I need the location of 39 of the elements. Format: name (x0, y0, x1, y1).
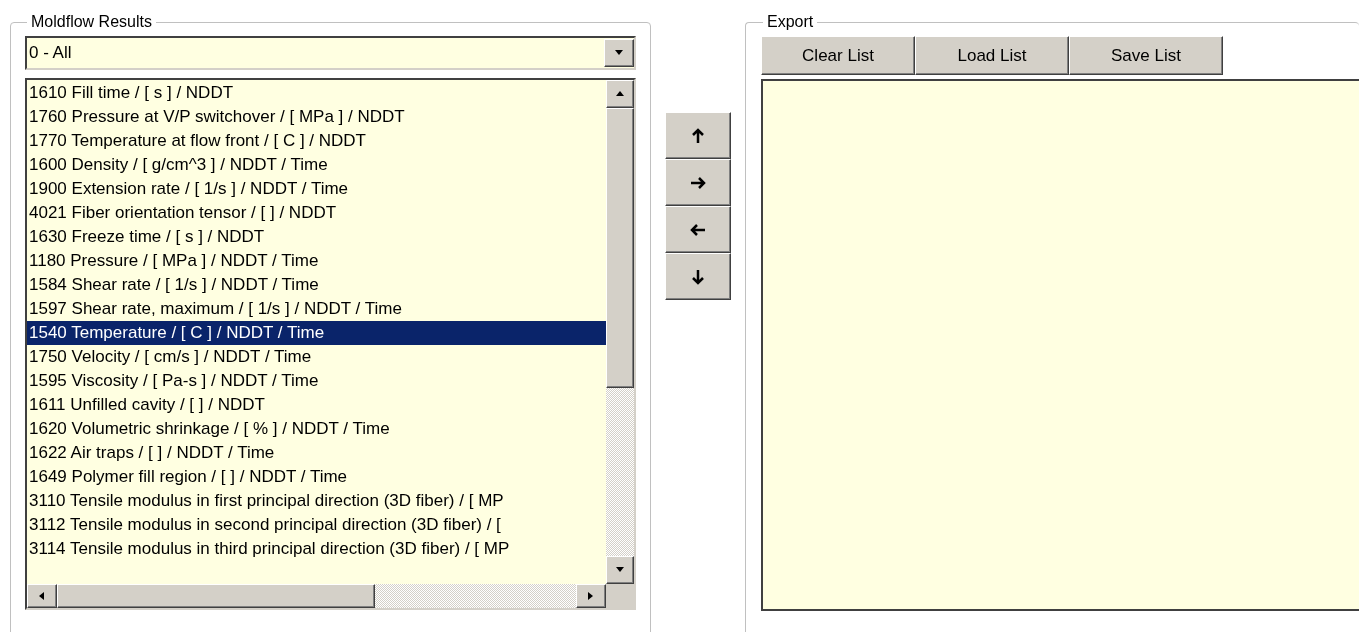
result-item[interactable]: 1622 Air traps / [ ] / NDDT / Time (27, 441, 606, 465)
group-title: Export (766, 12, 815, 32)
arrow-icon (691, 127, 705, 144)
result-item[interactable]: 1620 Volumetric shrinkage / [ % ] / NDDT / Time (27, 417, 606, 441)
move-button[interactable] (665, 159, 731, 206)
scroll-up-icon (615, 89, 625, 99)
result-item[interactable]: 1770 Temperature at flow front / [ C ] / NDDT (27, 129, 606, 153)
result-item[interactable]: 1750 Velocity / [ cm/s ] / NDDT / Time (27, 345, 606, 369)
list-button[interactable]: Load List (915, 36, 1069, 75)
arrow-icon (691, 268, 705, 285)
result-item[interactable]: 3110 Tensile modulus in first principal direction (3D fiber) / [ MP (27, 489, 606, 513)
result-item[interactable]: 1760 Pressure at V/P switchover / [ MPa ] / NDDT (27, 105, 606, 129)
move-button[interactable] (665, 206, 731, 253)
filter-dropdown[interactable]: 0 - All (25, 36, 636, 70)
arrow-icon (690, 175, 706, 190)
scrollbar-corner (606, 584, 634, 608)
result-item[interactable]: 1180 Pressure / [ MPa ] / NDDT / Time (27, 249, 606, 273)
result-item[interactable]: 1597 Shear rate, maximum / [ 1/s ] / NDDT / Time (27, 297, 606, 321)
result-item[interactable]: 1600 Density / [ g/cm^3 ] / NDDT / Time (27, 153, 606, 177)
result-item[interactable]: 1630 Freeze time / [ s ] / NDDT (27, 225, 606, 249)
result-item[interactable]: 4021 Fiber orientation tensor / [ ] / NDDT (27, 201, 606, 225)
result-item[interactable]: 1595 Viscosity / [ Pa-s ] / NDDT / Time (27, 369, 606, 393)
result-item[interactable]: 1611 Unfilled cavity / [ ] / NDDT (27, 393, 606, 417)
result-item[interactable]: 1900 Extension rate / [ 1/s ] / NDDT / Time (27, 177, 606, 201)
arrow-icon (690, 222, 706, 237)
list-button[interactable]: Clear List (761, 36, 915, 75)
result-item[interactable]: 3114 Tensile modulus in third principal direction (3D fiber) / [ MP (27, 537, 606, 561)
result-item[interactable]: 1649 Polymer fill region / [ ] / NDDT / Time (27, 465, 606, 489)
vertical-scrollbar[interactable] (606, 80, 634, 584)
group-title: Moldflow Results (30, 12, 153, 32)
move-button[interactable] (665, 112, 731, 159)
move-button[interactable] (665, 253, 731, 300)
result-item[interactable]: 1540 Temperature / [ C ] / NDDT / Time (27, 321, 606, 345)
list-button[interactable]: Save List (1069, 36, 1223, 75)
result-item[interactable]: 1584 Shear rate / [ 1/s ] / NDDT / Time (27, 273, 606, 297)
scroll-left-icon (37, 591, 47, 601)
result-item[interactable]: 1610 Fill time / [ s ] / NDDT (27, 81, 606, 105)
horizontal-scrollbar[interactable] (27, 584, 606, 608)
result-item[interactable]: 3112 Tensile modulus in second principal direction (3D fiber) / [ (27, 513, 606, 537)
